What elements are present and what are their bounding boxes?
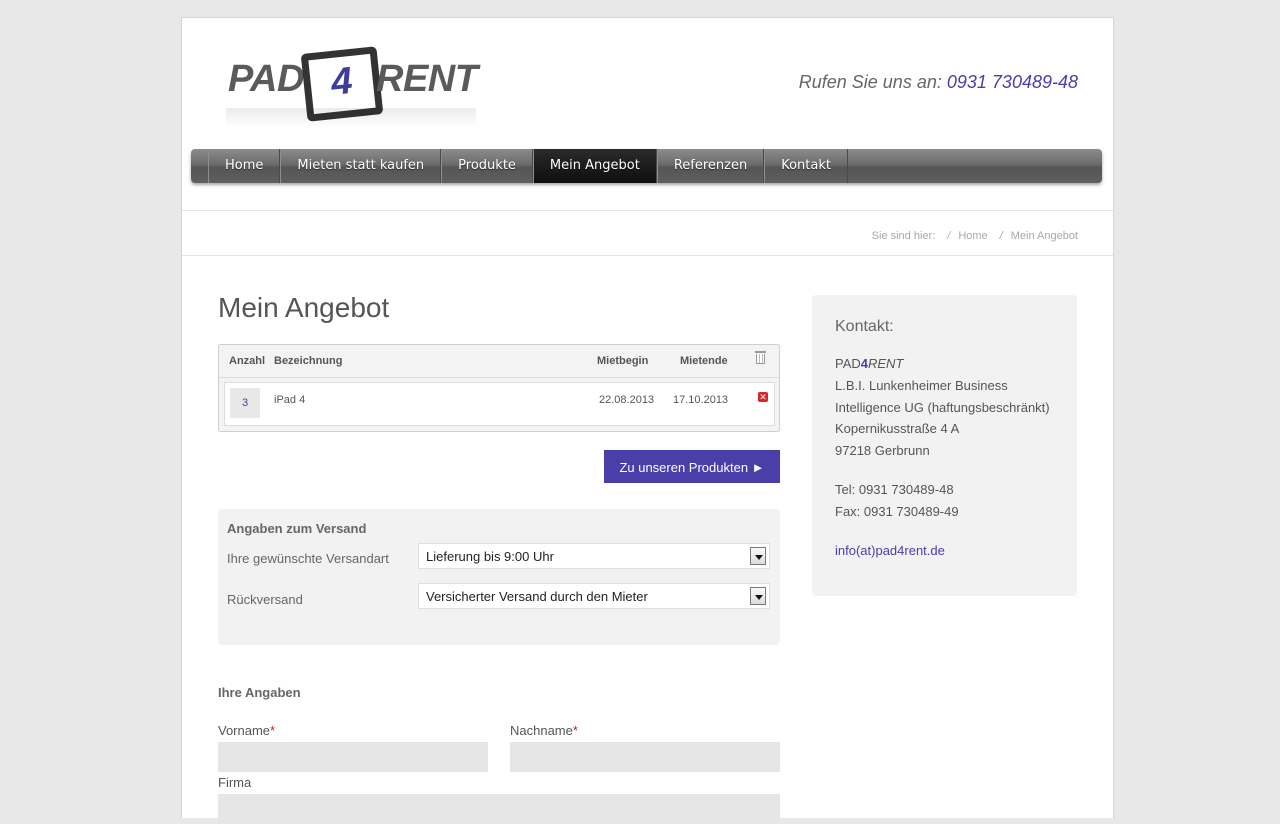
nav-item-home[interactable]: Home	[208, 149, 281, 183]
logo-four-text: 4	[329, 60, 355, 105]
shipping-title: Angaben zum Versand	[227, 521, 367, 536]
first-name-field[interactable]	[218, 742, 488, 772]
nav-item-produkte[interactable]: Produkte	[441, 149, 533, 183]
first-name-label-text: Vorname	[218, 723, 271, 738]
personal-info-title: Ihre Angaben	[218, 685, 301, 700]
offer-table: Anzahl Bezeichnung Mietbegin Mietende iP…	[218, 344, 780, 432]
column-header-qty: Anzahl	[229, 355, 266, 367]
trash-icon[interactable]	[755, 351, 766, 364]
first-name-label: Vorname*	[218, 723, 275, 738]
sidebar-email-link[interactable]: info(at)pad4rent.de	[835, 543, 945, 558]
return-shipping-value: Versicherter Versand durch den Mieter	[426, 589, 648, 604]
return-shipping-select[interactable]: Versicherter Versand durch den Mieter	[418, 583, 770, 609]
nav-item-mieten-statt-kaufen[interactable]: Mieten statt kaufen	[280, 149, 442, 183]
call-us-label: Rufen Sie uns an:	[798, 72, 942, 92]
breadcrumb-prefix: Sie sind hier:	[871, 230, 936, 242]
address-line: L.B.I. Lunkenheimer Business	[835, 378, 1008, 393]
nav-item-mein-angebot[interactable]: Mein Angebot	[532, 149, 657, 183]
sidebar-fax: Fax: 0931 730489-49	[835, 504, 959, 519]
item-end-date: 17.10.2013	[673, 394, 729, 406]
quantity-input[interactable]	[230, 388, 260, 418]
address-line: Intelligence UG (haftungsbeschränkt)	[835, 400, 1050, 415]
breadcrumb-separator: /	[999, 230, 1003, 242]
chevron-down-icon[interactable]	[750, 587, 766, 605]
remove-item-icon[interactable]: ✕	[758, 392, 768, 402]
page-container: PAD 4 RENT Rufen Sie uns an: 0931 730489…	[181, 17, 1114, 824]
last-name-field[interactable]	[510, 742, 780, 772]
brand-rent: RENT	[868, 356, 904, 371]
sidebar-title: Kontakt:	[835, 318, 894, 335]
column-header-end: Mietende	[680, 355, 728, 367]
address-line: Kopernikusstraße 4 A	[835, 421, 960, 436]
sidebar-tel: Tel: 0931 730489-48	[835, 482, 954, 497]
address-line: 97218 Gerbrunn	[835, 443, 930, 458]
brand-pad: PAD	[835, 356, 861, 371]
breadcrumb-separator: /	[947, 230, 951, 242]
site-logo[interactable]: PAD 4 RENT	[226, 44, 486, 128]
company-label: Firma	[218, 775, 252, 790]
column-header-name: Bezeichnung	[274, 355, 343, 367]
column-header-start: Mietbegin	[597, 355, 649, 367]
sidebar-brand: PAD4RENT	[835, 356, 903, 371]
breadcrumb-current: Mein Angebot	[1010, 230, 1078, 242]
nav-item-kontakt[interactable]: Kontakt	[764, 149, 848, 183]
item-start-date: 22.08.2013	[599, 394, 655, 406]
contact-sidebar: Kontakt: PAD4RENT L.B.I. Lunkenheimer Bu…	[812, 295, 1077, 596]
return-shipping-label: Rückversand	[227, 592, 303, 607]
required-mark: *	[572, 723, 578, 738]
shipping-method-value: Lieferung bis 9:00 Uhr	[426, 549, 554, 564]
shipping-method-label: Ihre gewünschte Versandart	[227, 551, 389, 566]
item-name: iPad 4	[274, 394, 306, 406]
logo-rent-text: RENT	[376, 58, 478, 100]
trash-lid	[755, 351, 766, 353]
required-mark: *	[270, 723, 276, 738]
brand-four: 4	[860, 356, 868, 371]
trash-can	[756, 354, 765, 364]
main-nav: Home Mieten statt kaufen Produkte Mein A…	[191, 149, 1102, 183]
page-title: Mein Angebot	[218, 292, 390, 323]
last-name-label: Nachname*	[510, 723, 578, 738]
shipping-panel: Angaben zum Versand Ihre gewünschte Vers…	[218, 509, 780, 645]
call-us-text: Rufen Sie uns an: 0931 730489-48	[799, 72, 1078, 93]
last-name-label-text: Nachname	[510, 723, 573, 738]
to-products-button[interactable]: Zu unseren Produkten ►	[604, 450, 780, 483]
call-us-phone[interactable]: 0931 730489-48	[947, 72, 1078, 92]
logo-pad-text: PAD	[228, 58, 304, 100]
company-field[interactable]	[218, 794, 780, 824]
table-row: iPad 4 22.08.2013 17.10.2013 ✕	[224, 382, 775, 426]
offer-table-header: Anzahl Bezeichnung Mietbegin Mietende	[219, 345, 779, 378]
breadcrumb-home-link[interactable]: Home	[958, 230, 987, 242]
chevron-down-icon[interactable]	[750, 547, 766, 565]
shipping-method-select[interactable]: Lieferung bis 9:00 Uhr	[418, 543, 770, 569]
logo-reflection	[226, 108, 476, 128]
nav-item-referenzen[interactable]: Referenzen	[656, 149, 765, 183]
breadcrumb: Sie sind hier: / Home / Mein Angebot	[872, 230, 1078, 242]
breadcrumb-bar: Sie sind hier: / Home / Mein Angebot	[182, 210, 1113, 256]
